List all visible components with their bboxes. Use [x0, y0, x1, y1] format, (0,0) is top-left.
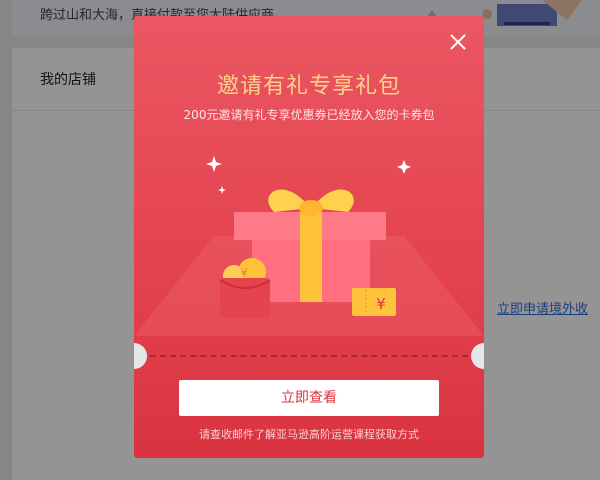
modal-subtitle: 200元邀请有礼专享优惠券已经放入您的卡券包 — [183, 108, 435, 122]
view-now-button[interactable]: 立即查看 — [179, 380, 439, 416]
modal-title: 邀请有礼专享礼包 — [216, 74, 401, 99]
modal-footnote: 请查收邮件了解亚马逊高阶运营课程获取方式 — [199, 428, 419, 441]
ticket-notch-left — [134, 343, 147, 369]
ticket-notch-right — [471, 343, 484, 369]
coupon-ticket-icon: ¥ — [352, 288, 396, 316]
coin-symbol: ¥ — [240, 266, 248, 280]
coupon-symbol: ¥ — [376, 295, 386, 313]
invite-gift-modal: 邀请有礼专享礼包 200元邀请有礼专享优惠券已经放入您的卡券包 ¥ ¥ 立即查看… — [134, 16, 484, 458]
sparkle-icon — [206, 156, 411, 194]
ticket-divider — [150, 355, 468, 357]
close-icon[interactable] — [446, 30, 470, 54]
gift-illustration: ¥ ¥ — [134, 156, 484, 336]
